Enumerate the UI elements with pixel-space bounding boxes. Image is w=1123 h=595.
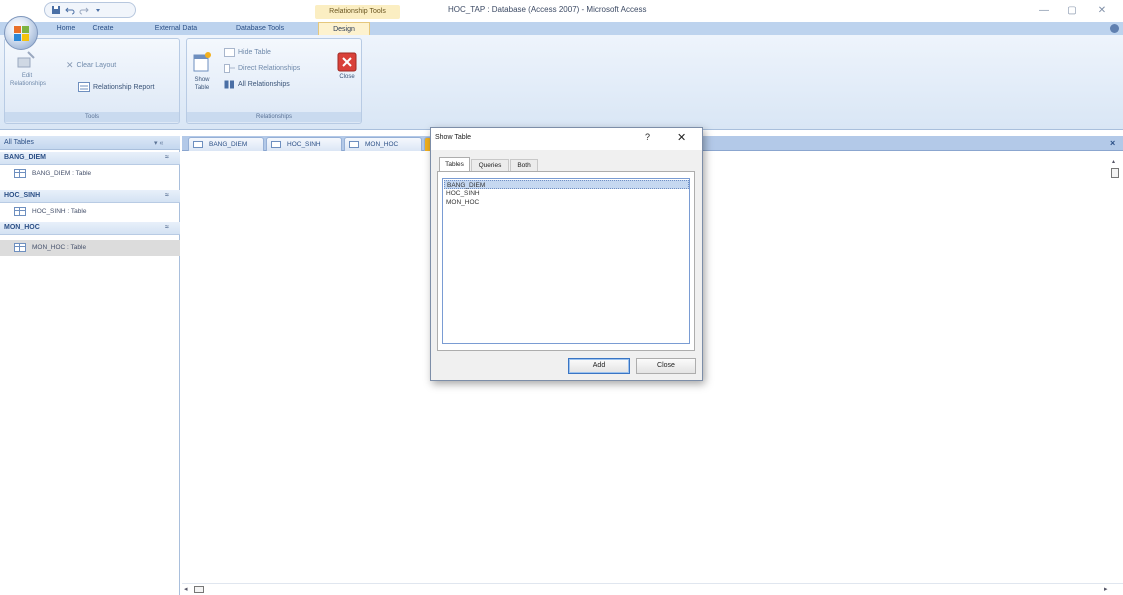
undo-icon[interactable] <box>65 5 75 15</box>
doc-tab-label: MON_HOC <box>365 141 399 148</box>
scroll-right-icon[interactable]: ▸ <box>1104 585 1108 593</box>
list-item-mon-hoc[interactable]: MON_HOC <box>444 198 689 207</box>
nav-item-bang-diem[interactable]: BANG_DIEM : Table <box>0 166 180 182</box>
relationship-report-button[interactable]: Relationship Report <box>78 82 154 92</box>
doc-tab-bang-diem[interactable]: BANG_DIEM <box>188 137 264 151</box>
tab-external-data[interactable]: External Data <box>146 22 206 35</box>
office-button[interactable] <box>4 16 38 50</box>
tab-both[interactable]: Both <box>510 159 538 171</box>
nav-pane-title: All Tables <box>4 139 34 146</box>
quick-access-toolbar <box>44 2 136 18</box>
relationship-report-icon <box>78 82 90 92</box>
edit-relationships-icon <box>17 51 35 68</box>
save-icon[interactable] <box>51 5 61 15</box>
group-label-tools: Tools <box>5 112 179 122</box>
doc-tab-label: HOC_SINH <box>287 141 321 148</box>
all-relationships-icon <box>224 80 234 89</box>
horizontal-scrollbar[interactable]: ◂ ▸ <box>182 583 1123 595</box>
close-relationships-button[interactable]: Close <box>334 52 360 102</box>
tab-create[interactable]: Create <box>88 22 118 35</box>
table-icon <box>193 141 203 148</box>
all-relationships-button[interactable]: All Relationships <box>224 80 290 89</box>
clear-layout-button[interactable]: ✕ Clear Layout <box>66 60 116 71</box>
nav-item-hoc-sinh[interactable]: HOC_SINH : Table <box>0 204 180 220</box>
edit-relationships-button[interactable]: Edit Relationships <box>10 48 47 108</box>
scroll-up-icon[interactable]: ▴ <box>1112 158 1115 165</box>
nav-item-label: HOC_SINH : Table <box>32 208 87 215</box>
tab-home[interactable]: Home <box>52 22 80 35</box>
collapse-icon[interactable]: ≈ <box>165 192 169 199</box>
tab-tables[interactable]: Tables <box>439 157 470 171</box>
close-button[interactable]: Close <box>636 358 696 374</box>
direct-relationships-button[interactable]: Direct Relationships <box>224 64 300 73</box>
doc-tab-label: BANG_DIEM <box>209 141 248 148</box>
show-table-label: Show Table <box>194 77 210 91</box>
scroll-left-icon[interactable]: ◂ <box>184 585 188 593</box>
table-icon <box>271 141 281 148</box>
vertical-scrollbar[interactable]: ▴ ▾ <box>1108 152 1123 595</box>
nav-pane-controls[interactable]: ▾ « <box>154 139 163 147</box>
collapse-icon[interactable]: ≈ <box>165 224 169 231</box>
nav-group-hoc-sinh[interactable]: HOC_SINH ≈ <box>0 190 180 203</box>
nav-group-label: HOC_SINH <box>4 192 41 199</box>
close-document-icon[interactable]: × <box>1110 138 1115 148</box>
nav-group-label: BANG_DIEM <box>4 154 47 161</box>
show-table-button[interactable]: Show Table <box>190 52 214 107</box>
hide-table-button[interactable]: Hide Table <box>224 48 271 57</box>
office-logo-icon <box>14 26 29 41</box>
direct-relationships-label: Direct Relationships <box>238 65 301 72</box>
close-relationships-label: Close <box>339 74 355 80</box>
contextual-tab-group-label: Relationship Tools <box>315 5 400 19</box>
tab-database-tools[interactable]: Database Tools <box>228 22 292 35</box>
close-window-button[interactable]: ✕ <box>1094 4 1110 18</box>
clear-layout-icon: ✕ <box>66 60 74 70</box>
window-title: HOC_TAP : Database (Access 2007) - Micro… <box>448 5 647 14</box>
nav-group-bang-diem[interactable]: BANG_DIEM ≈ <box>0 152 180 165</box>
edit-relationships-label: Edit Relationships <box>10 73 47 87</box>
direct-relationships-icon <box>224 64 235 73</box>
relationship-report-label: Relationship Report <box>93 83 155 91</box>
list-item-bang-diem[interactable]: BANG_DIEM <box>444 180 689 189</box>
nav-item-label: BANG_DIEM : Table <box>32 170 92 177</box>
table-icon <box>349 141 359 148</box>
redo-icon[interactable] <box>79 5 89 15</box>
nav-group-mon-hoc[interactable]: MON_HOC ≈ <box>0 222 180 235</box>
maximize-button[interactable]: ▢ <box>1064 4 1080 18</box>
nav-group-label: MON_HOC <box>4 224 40 231</box>
collapse-icon[interactable]: ≈ <box>165 154 169 161</box>
table-icon <box>14 207 26 216</box>
scroll-thumb[interactable] <box>1111 168 1119 178</box>
table-icon <box>14 243 26 252</box>
help-icon[interactable] <box>1110 24 1119 33</box>
hide-table-label: Hide Table <box>238 49 271 56</box>
hscroll-thumb[interactable] <box>194 586 204 593</box>
dialog-close-button[interactable]: ✕ <box>677 131 686 144</box>
customize-icon[interactable] <box>93 5 103 15</box>
tab-design[interactable]: Design <box>318 22 370 35</box>
group-label-relationships: Relationships <box>187 112 361 122</box>
all-relationships-label: All Relationships <box>238 81 290 88</box>
list-item-hoc-sinh[interactable]: HOC_SINH <box>444 189 689 198</box>
hide-table-icon <box>224 48 235 57</box>
tab-queries[interactable]: Queries <box>471 159 509 171</box>
nav-pane-header[interactable]: All Tables ▾ « <box>0 136 180 150</box>
nav-item-mon-hoc[interactable]: MON_HOC : Table <box>0 240 180 256</box>
close-red-icon <box>337 52 357 72</box>
table-icon <box>14 169 26 178</box>
dialog-title: Show Table <box>435 134 472 141</box>
clear-layout-label: Clear Layout <box>76 62 117 69</box>
doc-tab-hoc-sinh[interactable]: HOC_SINH <box>266 137 342 151</box>
doc-tab-mon-hoc[interactable]: MON_HOC <box>344 137 422 151</box>
nav-item-label: MON_HOC : Table <box>32 244 87 251</box>
dialog-help-button[interactable]: ? <box>645 132 650 142</box>
minimize-button[interactable]: — <box>1036 4 1052 18</box>
show-table-icon <box>193 52 211 72</box>
add-button[interactable]: Add <box>568 358 630 374</box>
